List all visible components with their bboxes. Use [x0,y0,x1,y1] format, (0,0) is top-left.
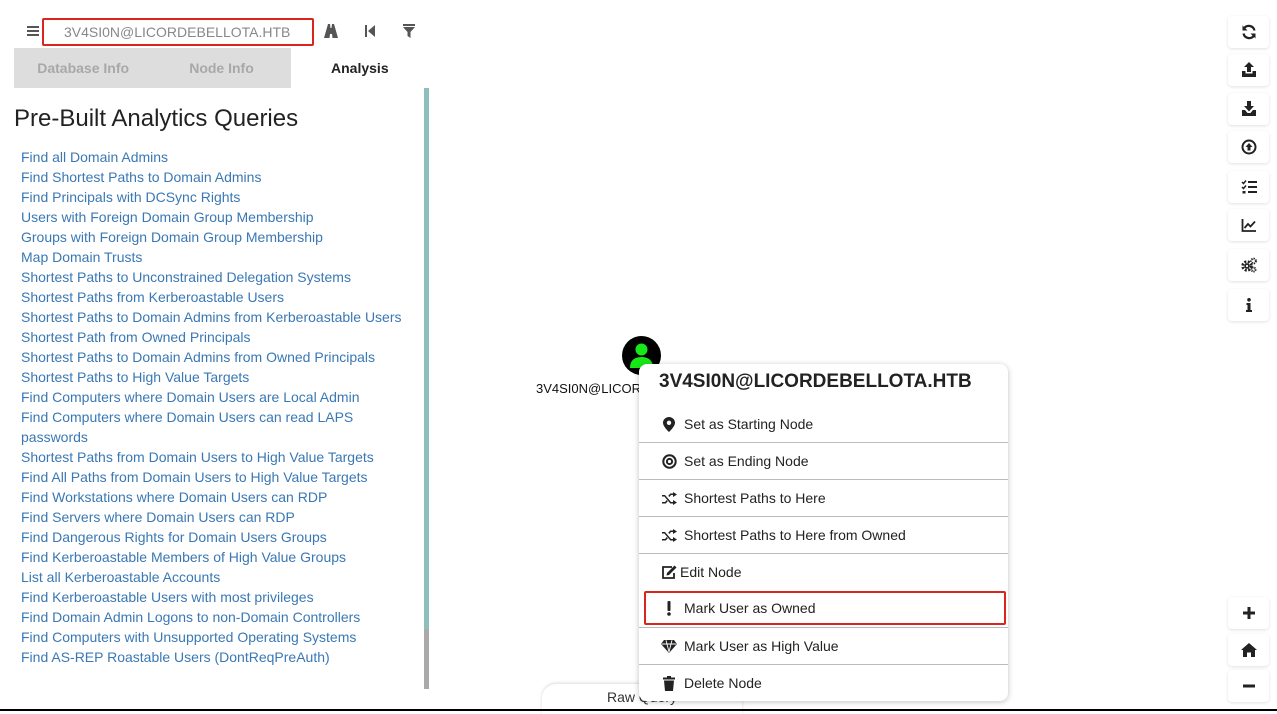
set-starting-node-item[interactable]: Set as Starting Node [639,406,1008,442]
home-icon [1240,643,1257,657]
settings-button[interactable] [1228,249,1269,281]
analytics-query-link[interactable]: Shortest Paths to High Value Targets [21,367,411,387]
download-button[interactable] [1228,93,1269,125]
analytics-query-link[interactable]: Groups with Foreign Domain Group Members… [21,227,411,247]
analytics-query-link[interactable]: Find Dangerous Rights for Domain Users G… [21,527,411,547]
context-menu-title: 3V4SI0N@LICORDEBELLOTA.HTB [659,371,972,392]
about-button[interactable] [1228,289,1269,321]
analytics-query-link[interactable]: List all Kerberoastable Accounts [21,567,411,587]
left-panel: Database Info Node Info Analysis Pre-Bui… [14,14,429,689]
tasks-icon [1240,180,1257,194]
refresh-button[interactable] [1228,16,1269,48]
analytics-query-link[interactable]: Users with Foreign Domain Group Membersh… [21,207,411,227]
analytics-query-link[interactable]: Map Domain Trusts [21,247,411,267]
search-bar [14,14,429,48]
pathfinding-icon[interactable] [320,20,342,42]
analytics-query-link[interactable]: Find Computers with Unsupported Operatin… [21,627,411,647]
map-marker-icon [661,416,677,432]
zoom-out-icon [1242,684,1255,688]
mark-owned-item[interactable]: Mark User as Owned [644,591,1006,625]
scrollbar-thumb[interactable] [424,629,429,689]
menu-item-label: Mark User as High Value [684,638,839,654]
exclamation-icon [661,600,677,616]
import-button[interactable] [1228,131,1269,163]
set-ending-node-item[interactable]: Set as Ending Node [639,442,1008,479]
analytics-query-link[interactable]: Find Computers where Domain Users are Lo… [21,387,411,407]
info-icon [1245,298,1252,312]
shortest-paths-owned-item[interactable]: Shortest Paths to Here from Owned [639,516,1008,553]
zoom-out-button[interactable] [1228,670,1269,702]
chart-button[interactable] [1228,209,1269,241]
analytics-query-link[interactable]: Shortest Paths to Domain Admins from Own… [21,347,411,367]
analytics-query-link[interactable]: Find Workstations where Domain Users can… [21,487,411,507]
delete-node-item[interactable]: Delete Node [639,664,1008,701]
chart-line-icon [1241,219,1256,232]
mark-high-value-item[interactable]: Mark User as High Value [639,627,1008,664]
home-button[interactable] [1228,634,1269,666]
edit-node-item[interactable]: Edit Node [639,553,1008,590]
menu-item-label: Shortest Paths to Here from Owned [684,527,906,543]
back-icon[interactable] [359,20,381,42]
menu-item-label: Set as Starting Node [684,416,814,432]
shortest-paths-here-item[interactable]: Shortest Paths to Here [639,479,1008,516]
zoom-in-button[interactable] [1228,597,1269,629]
analytics-query-link[interactable]: Find Principals with DCSync Rights [21,187,411,207]
random-icon [661,527,677,543]
menu-item-label: Set as Ending Node [684,453,809,469]
cogs-icon [1240,257,1257,273]
random-icon [661,490,677,506]
analytics-query-link[interactable]: Find Kerberoastable Users with most priv… [21,587,411,607]
filter-icon[interactable] [398,20,420,42]
analysis-content: Pre-Built Analytics Queries Find all Dom… [14,88,424,689]
search-input[interactable] [42,18,314,46]
tab-analysis[interactable]: Analysis [290,48,429,88]
refresh-icon [1241,24,1256,40]
analytics-query-link[interactable]: Shortest Paths to Unconstrained Delegati… [21,267,411,287]
analytics-query-link[interactable]: Find AS-REP Roastable Users (DontReqPreA… [21,647,411,667]
download-icon [1241,101,1256,116]
scrollbar[interactable] [424,88,429,689]
analytics-query-link[interactable]: Find Kerberoastable Members of High Valu… [21,547,411,567]
analytics-query-link[interactable]: Shortest Paths from Domain Users to High… [21,447,411,467]
analytics-query-link[interactable]: Find Servers where Domain Users can RDP [21,507,411,527]
arrow-circle-up-icon [1241,139,1256,155]
analytics-query-link[interactable]: Shortest Paths to Domain Admins from Ker… [21,307,411,327]
query-list: Find all Domain Admins Find Shortest Path… [14,147,424,667]
node-context-menu: 3V4SI0N@LICORDEBELLOTA.HTB Set as Starti… [639,364,1008,701]
upload-icon [1241,62,1256,77]
analytics-heading: Pre-Built Analytics Queries [14,105,299,132]
analytics-query-link[interactable]: Find all Domain Admins [21,147,411,167]
menu-item-label: Delete Node [684,675,762,691]
analytics-query-link[interactable]: Shortest Paths from Kerberoastable Users [21,287,411,307]
gem-icon [661,638,677,654]
bullseye-icon [661,453,677,469]
analytics-query-link[interactable]: Find Domain Admin Logons to non-Domain C… [21,607,411,627]
zoom-in-icon [1242,607,1255,619]
analytics-query-link[interactable]: Find All Paths from Domain Users to High… [21,467,411,487]
panel-tabs: Database Info Node Info Analysis [14,48,429,88]
tab-node-info[interactable]: Node Info [152,48,290,88]
tab-database-info[interactable]: Database Info [14,48,152,88]
menu-icon[interactable] [25,20,41,42]
menu-item-label: Edit Node [680,564,742,580]
analytics-query-link[interactable]: Shortest Path from Owned Principals [21,327,411,347]
analytics-query-link[interactable]: Find Shortest Paths to Domain Admins [21,167,411,187]
edit-icon [661,564,677,580]
upload-button[interactable] [1228,54,1269,86]
tasks-button[interactable] [1228,171,1269,203]
analytics-query-link[interactable]: Find Computers where Domain Users can re… [21,407,411,447]
trash-icon [661,675,677,691]
menu-item-label: Mark User as Owned [684,600,816,616]
menu-item-label: Shortest Paths to Here [684,490,826,506]
